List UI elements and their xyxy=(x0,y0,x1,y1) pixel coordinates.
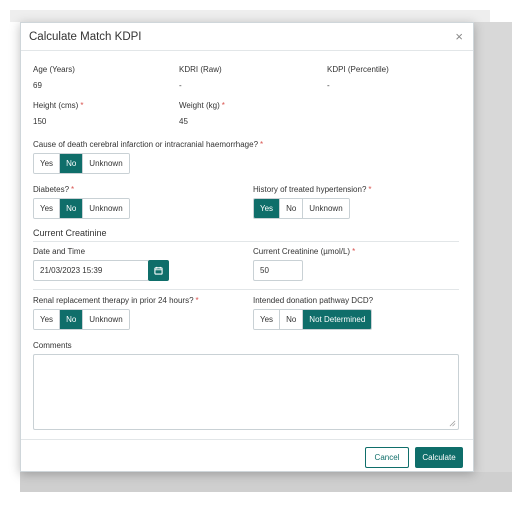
renal-option-unknown[interactable]: Unknown xyxy=(83,310,129,329)
calendar-icon xyxy=(154,266,163,275)
weight-value: 45 xyxy=(179,117,188,126)
cancel-button[interactable]: Cancel xyxy=(365,447,409,468)
creatinine-input[interactable]: 50 xyxy=(253,260,303,281)
diabetes-option-yes[interactable]: Yes xyxy=(34,199,61,218)
hypertension-option-no[interactable]: No xyxy=(280,199,304,218)
calendar-button[interactable] xyxy=(148,260,169,281)
kdpi-value: - xyxy=(327,81,330,90)
hypertension-toggle: Yes No Unknown xyxy=(253,198,350,219)
renal-therapy-toggle: Yes No Unknown xyxy=(33,309,130,330)
dcd-toggle: Yes No Not Determined xyxy=(253,309,373,330)
diabetes-option-no[interactable]: No xyxy=(60,199,84,218)
footer-divider xyxy=(21,439,473,440)
kdpi-label: KDPI (Percentile) xyxy=(327,65,389,74)
backdrop-block xyxy=(20,472,512,492)
required-marker: * xyxy=(352,247,356,256)
kdri-value: - xyxy=(179,81,182,90)
calculate-kdpi-dialog: Calculate Match KDPI × Age (Years) 69 KD… xyxy=(20,22,474,472)
dcd-option-no[interactable]: No xyxy=(280,310,304,329)
date-time-label: Date and Time xyxy=(33,247,86,256)
hypertension-option-unknown[interactable]: Unknown xyxy=(303,199,349,218)
required-marker: * xyxy=(71,185,75,194)
hypertension-option-yes[interactable]: Yes xyxy=(254,199,281,218)
diabetes-label: Diabetes? * xyxy=(33,185,75,194)
hypertension-label: History of treated hypertension? * xyxy=(253,185,372,194)
renal-option-no[interactable]: No xyxy=(60,310,84,329)
section-divider xyxy=(33,241,459,242)
diabetes-toggle: Yes No Unknown xyxy=(33,198,130,219)
calculate-button[interactable]: Calculate xyxy=(415,447,463,468)
weight-label: Weight (kg) * xyxy=(179,101,225,110)
height-value: 150 xyxy=(33,117,47,126)
renal-therapy-label: Renal replacement therapy in prior 24 ho… xyxy=(33,296,199,305)
age-label: Age (Years) xyxy=(33,65,75,74)
creatinine-section-title: Current Creatinine xyxy=(33,228,107,238)
dcd-label: Intended donation pathway DCD? xyxy=(253,296,374,305)
renal-option-yes[interactable]: Yes xyxy=(34,310,61,329)
comments-textarea[interactable] xyxy=(33,354,459,430)
dcd-option-yes[interactable]: Yes xyxy=(254,310,281,329)
cause-of-death-option-unknown[interactable]: Unknown xyxy=(83,154,129,173)
close-icon[interactable]: × xyxy=(455,30,463,43)
required-marker: * xyxy=(80,101,84,110)
required-marker: * xyxy=(368,185,372,194)
dialog-header: Calculate Match KDPI × xyxy=(21,23,473,51)
dialog-title: Calculate Match KDPI xyxy=(29,30,142,43)
comments-label: Comments xyxy=(33,341,72,350)
resize-handle-icon[interactable] xyxy=(449,420,456,427)
diabetes-option-unknown[interactable]: Unknown xyxy=(83,199,129,218)
age-value: 69 xyxy=(33,81,42,90)
creatinine-value-label: Current Creatinine (µmol/L) * xyxy=(253,247,356,256)
kdri-label: KDRI (Raw) xyxy=(179,65,222,74)
required-marker: * xyxy=(195,296,199,305)
date-time-input[interactable]: 21/03/2023 15:39 xyxy=(33,260,149,281)
backdrop-block xyxy=(474,22,512,472)
required-marker: * xyxy=(260,140,264,149)
height-label: Height (cms) * xyxy=(33,101,84,110)
cause-of-death-option-no[interactable]: No xyxy=(60,154,84,173)
section-divider xyxy=(33,289,459,290)
cause-of-death-option-yes[interactable]: Yes xyxy=(34,154,61,173)
backdrop-block xyxy=(10,10,490,22)
required-marker: * xyxy=(221,101,225,110)
cause-of-death-toggle: Yes No Unknown xyxy=(33,153,130,174)
dcd-option-not-determined[interactable]: Not Determined xyxy=(303,310,372,329)
cause-of-death-label: Cause of death cerebral infarction or in… xyxy=(33,140,264,149)
